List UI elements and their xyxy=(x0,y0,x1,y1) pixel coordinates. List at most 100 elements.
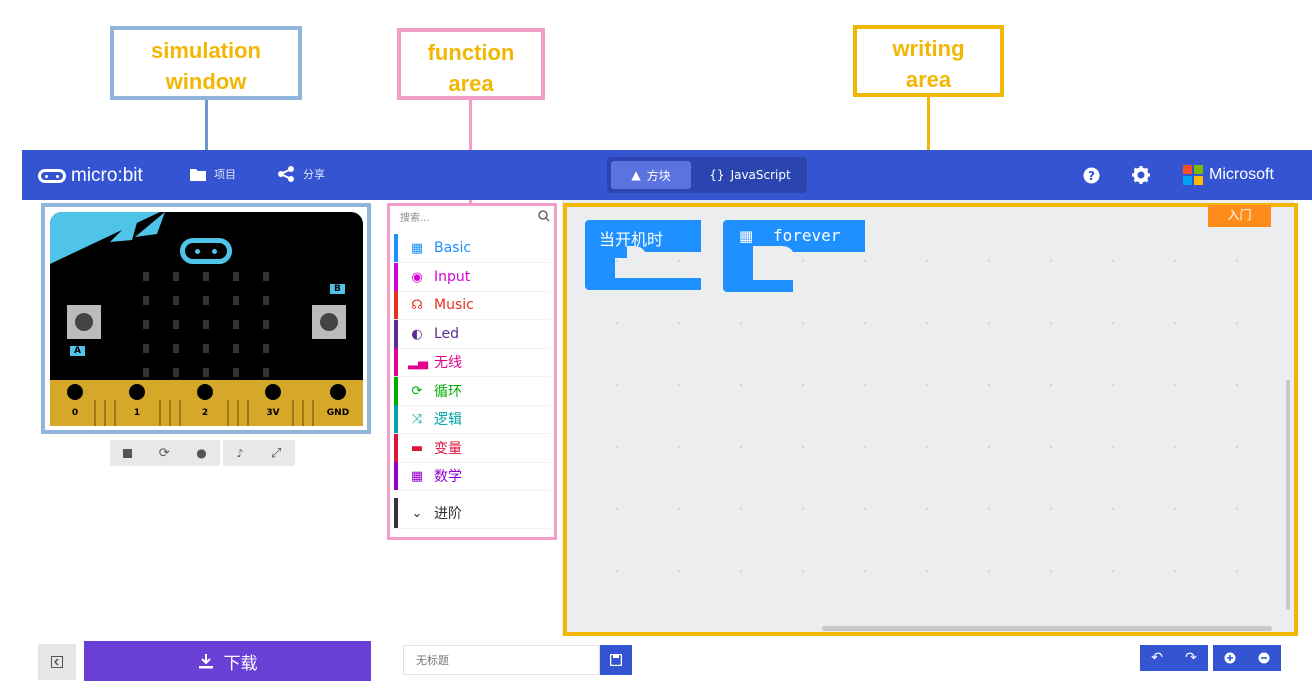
pin-2[interactable]: 2 xyxy=(192,380,218,426)
pin-gnd[interactable]: GND xyxy=(320,380,356,426)
workspace-vertical-scrollbar[interactable] xyxy=(1286,380,1290,610)
category-label: 变量 xyxy=(434,441,462,457)
category-color-bar xyxy=(394,405,398,433)
category-advanced[interactable]: ⌄ 进阶 xyxy=(394,498,550,529)
slow-motion-icon[interactable]: ● xyxy=(196,446,206,460)
microsoft-logo[interactable]: Microsoft xyxy=(1183,165,1274,185)
tab-blocks[interactable]: ▲ 方块 xyxy=(611,161,691,189)
category-basic[interactable]: ▦ Basic xyxy=(394,234,550,263)
category-color-bar xyxy=(394,234,398,262)
category-music[interactable]: ☊ Music xyxy=(394,291,550,320)
category-color-bar xyxy=(394,291,398,319)
undo-icon[interactable]: ↶ xyxy=(1151,650,1163,666)
fullscreen-icon[interactable]: ⤢ xyxy=(271,446,281,461)
gear-icon xyxy=(1132,166,1150,184)
pin-3v[interactable]: 3V xyxy=(258,380,288,426)
on-start-block[interactable]: 当开机时 xyxy=(585,220,701,290)
callout-line-1: writing xyxy=(892,36,965,61)
led-matrix xyxy=(143,272,269,377)
pin-label: 0 xyxy=(71,408,79,418)
share-icon xyxy=(278,166,294,182)
category-label: Music xyxy=(434,297,474,313)
puzzle-icon: ▲ xyxy=(631,168,641,182)
grid-icon: ▦ xyxy=(410,240,424,256)
sim-control-group: ♪ ⤢ xyxy=(223,440,295,466)
category-radio[interactable]: ▂▄ 无线 xyxy=(394,348,550,377)
category-led[interactable]: ◐ Led xyxy=(394,320,550,349)
projects-label: 项目 xyxy=(214,168,236,181)
category-color-bar xyxy=(394,320,398,348)
shuffle-icon: ⤨ xyxy=(411,411,423,427)
toolbox-search[interactable]: 搜索... xyxy=(400,207,550,225)
help-icon: ? xyxy=(1083,167,1099,183)
zoom-out-icon[interactable] xyxy=(1258,652,1270,664)
category-label: Led xyxy=(434,326,460,342)
microsoft-squares-icon xyxy=(1183,165,1203,185)
redo-icon[interactable]: ↷ xyxy=(1185,650,1197,666)
forever-block[interactable]: ▦ forever xyxy=(723,220,865,292)
pin-0[interactable]: 0 xyxy=(62,380,88,426)
category-loops[interactable]: ⟳ 循环 xyxy=(394,377,550,406)
category-color-bar xyxy=(394,434,398,462)
category-input[interactable]: ◉ Input xyxy=(394,263,550,292)
category-math[interactable]: ▦ 数学 xyxy=(394,462,550,491)
category-label: 无线 xyxy=(434,355,462,371)
forever-label: forever xyxy=(773,226,841,245)
volume-icon[interactable]: ♪ xyxy=(237,447,244,460)
stop-icon[interactable] xyxy=(123,448,133,458)
callout-line-1: simulation xyxy=(150,38,261,63)
chevron-down-icon: ⌄ xyxy=(411,505,423,521)
pin-label: 3V xyxy=(266,408,280,418)
category-label: 循环 xyxy=(434,384,462,400)
restart-icon[interactable]: ⟳ xyxy=(159,446,170,461)
zoom-in-icon[interactable] xyxy=(1224,652,1236,664)
collapse-simulator-button[interactable] xyxy=(38,644,76,680)
category-label: Basic xyxy=(434,240,472,256)
pin-1[interactable]: 1 xyxy=(124,380,150,426)
tab-blocks-label: 方块 xyxy=(646,168,671,183)
on-start-label: 当开机时 xyxy=(599,230,664,249)
microsoft-label: Microsoft xyxy=(1209,166,1274,183)
tutorial-button[interactable]: 入门 xyxy=(1208,205,1271,227)
callout-line-2: area xyxy=(905,67,952,92)
brand-name: micro:bit xyxy=(71,165,143,186)
help-button[interactable]: ? xyxy=(1081,165,1101,185)
category-color-bar xyxy=(394,462,398,490)
category-color-bar xyxy=(394,498,398,528)
category-color-bar xyxy=(394,377,398,405)
calculator-icon: ▦ xyxy=(410,468,424,484)
settings-button[interactable] xyxy=(1131,165,1151,185)
projects-button[interactable]: 项目 xyxy=(190,166,236,182)
download-button[interactable]: 下载 xyxy=(84,641,371,681)
simulation-window-callout: simulation window xyxy=(110,26,302,100)
microbit-logo[interactable]: micro:bit xyxy=(38,165,143,187)
share-button[interactable]: 分享 xyxy=(277,166,325,182)
project-name-input[interactable]: 无标题 xyxy=(403,645,600,675)
category-variables[interactable]: ▬ 变量 xyxy=(394,434,550,463)
toggle-icon: ◐ xyxy=(411,326,423,342)
tab-javascript-label: JavaScript xyxy=(730,168,791,182)
microbit-face-icon xyxy=(38,169,66,183)
search-icon[interactable] xyxy=(538,210,550,222)
workspace-horizontal-scrollbar[interactable] xyxy=(822,626,1272,631)
share-label: 分享 xyxy=(303,168,325,181)
tutorial-label: 入门 xyxy=(1227,208,1252,222)
tab-javascript[interactable]: {} JavaScript xyxy=(695,157,805,193)
button-b[interactable] xyxy=(312,305,346,339)
search-input[interactable]: 搜索... xyxy=(400,209,430,224)
callout-line-2: area xyxy=(448,71,494,96)
save-button[interactable] xyxy=(600,645,632,675)
button-a-label: A xyxy=(70,346,85,356)
simulator-controls: ⟳ ● ♪ ⤢ xyxy=(110,440,298,466)
svg-text:?: ? xyxy=(1088,169,1095,183)
category-label: 进阶 xyxy=(434,506,462,522)
signal-icon: ▂▄ xyxy=(408,354,428,370)
editor-mode-switch: ▲ 方块 {} JavaScript xyxy=(607,157,807,193)
button-b-label: B xyxy=(330,284,345,294)
pin-label: GND xyxy=(326,408,350,418)
category-label: Input xyxy=(434,269,471,285)
category-color-bar xyxy=(394,263,398,291)
button-a[interactable] xyxy=(67,305,101,339)
variable-icon: ▬ xyxy=(410,440,424,456)
category-logic[interactable]: ⤨ 逻辑 xyxy=(394,405,550,434)
